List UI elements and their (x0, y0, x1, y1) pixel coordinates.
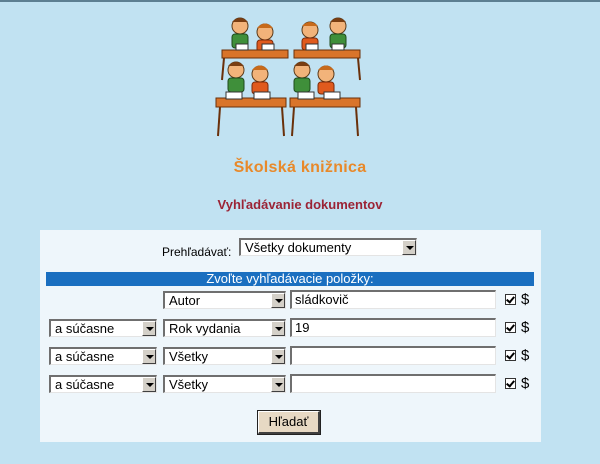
dollar-suffix: $ (521, 319, 530, 336)
search-form: Prehľadávať: Všetky dokumenty Zvoľte vyh… (40, 230, 541, 442)
search-button[interactable]: Hľadať (257, 410, 321, 435)
search-items-header: Zvoľte vyhľadávacie položky: (46, 272, 534, 286)
exact-checkbox-3[interactable] (505, 350, 516, 361)
chevron-down-icon[interactable] (271, 321, 285, 336)
student-figure (293, 61, 311, 93)
chevron-down-icon[interactable] (402, 240, 416, 255)
operator-select-value: a súčasne (55, 377, 115, 392)
exact-checkbox-2[interactable] (505, 322, 516, 333)
page-subtitle: Vyhľadávanie dokumentov (217, 197, 383, 212)
field-select-value: Autor (169, 293, 201, 308)
dollar-suffix: $ (521, 347, 530, 364)
student-figure (317, 65, 335, 95)
operator-select-value: a súčasne (55, 349, 115, 364)
search-term-input-1[interactable]: sládkovič (290, 290, 496, 309)
operator-select-2[interactable]: a súčasne (49, 319, 157, 337)
chevron-down-icon[interactable] (271, 349, 285, 364)
browse-select-value: Všetky dokumenty (245, 240, 352, 255)
field-select-value: Všetky (169, 349, 209, 364)
dollar-suffix: $ (521, 375, 530, 392)
student-figure (227, 61, 245, 93)
field-select-value: Rok vydania (169, 321, 241, 336)
chevron-down-icon[interactable] (271, 293, 285, 308)
chevron-down-icon[interactable] (142, 377, 156, 392)
operator-select-3[interactable]: a súčasne (49, 347, 157, 365)
operator-select-value: a súčasne (55, 321, 115, 336)
students-reading-illustration (215, 17, 361, 137)
chevron-down-icon[interactable] (142, 321, 156, 336)
exact-checkbox-1[interactable] (505, 294, 516, 305)
chevron-down-icon[interactable] (142, 349, 156, 364)
search-term-input-3[interactable] (290, 346, 496, 365)
field-select-value: Všetky (169, 377, 209, 392)
student-figure (251, 65, 269, 95)
search-term-input-2[interactable]: 19 (290, 318, 496, 337)
top-border (0, 0, 600, 2)
field-select-2[interactable]: Rok vydania (163, 319, 286, 337)
page-title: Školská knižnica (233, 159, 367, 176)
exact-checkbox-4[interactable] (505, 378, 516, 389)
browse-select[interactable]: Všetky dokumenty (239, 238, 417, 256)
field-select-1[interactable]: Autor (163, 291, 286, 309)
chevron-down-icon[interactable] (271, 377, 285, 392)
field-select-4[interactable]: Všetky (163, 375, 286, 393)
search-term-input-4[interactable] (290, 374, 496, 393)
operator-select-4[interactable]: a súčasne (49, 375, 157, 393)
browse-label: Prehľadávať: (162, 245, 232, 259)
dollar-suffix: $ (521, 291, 530, 308)
field-select-3[interactable]: Všetky (163, 347, 286, 365)
